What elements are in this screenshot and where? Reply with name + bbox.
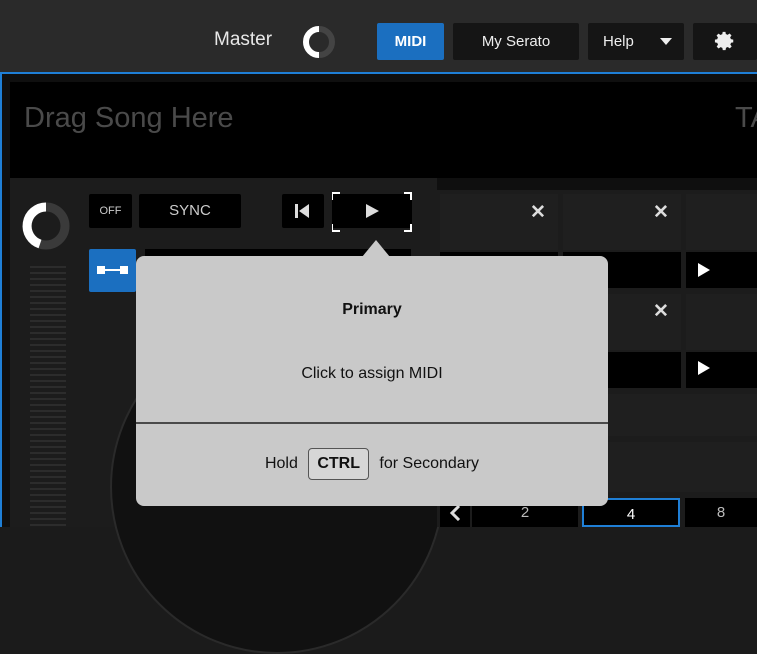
drag-song-text: Drag Song Here (24, 102, 234, 134)
prev-track-icon (295, 204, 309, 218)
play-small-icon[interactable] (697, 262, 711, 278)
track-info-text: TA (735, 102, 757, 134)
cue-pad[interactable] (686, 294, 757, 350)
help-label: Help (603, 33, 634, 50)
master-label: Master (214, 29, 273, 50)
cue-pad[interactable] (686, 194, 757, 250)
play-small-icon[interactable] (697, 360, 711, 376)
tooltip-body: Click to assign MIDI (301, 365, 443, 382)
tooltip-divider (136, 422, 608, 424)
tooltip-pointer (362, 240, 390, 257)
settings-button[interactable] (693, 23, 757, 60)
hold-text: Hold (264, 455, 298, 472)
master-volume-knob-icon[interactable] (302, 25, 342, 59)
ctrl-key-badge: CTRL (308, 448, 369, 480)
caret-down-icon (660, 38, 672, 45)
midi-button[interactable]: MIDI (377, 23, 444, 60)
off-button[interactable]: OFF (89, 194, 132, 228)
close-icon[interactable]: ✕ (530, 201, 546, 224)
tooltip-title: Primary (342, 301, 402, 318)
tooltip-footer: Hold CTRL for Secondary (136, 446, 608, 482)
prev-track-button[interactable] (282, 194, 324, 228)
midi-learn-bracket (332, 192, 412, 232)
gain-knob-icon[interactable] (20, 200, 72, 252)
level-meter (30, 266, 66, 527)
midi-assign-tooltip: Primary Click to assign MIDI Hold CTRL f… (136, 256, 608, 506)
beat-tab[interactable]: 8 (685, 498, 757, 527)
secondary-text: for Secondary (379, 455, 480, 472)
my-serato-button[interactable]: My Serato (453, 23, 579, 60)
close-icon[interactable]: ✕ (653, 300, 669, 323)
close-icon[interactable]: ✕ (653, 201, 669, 224)
sync-button[interactable]: SYNC (139, 194, 241, 228)
help-dropdown[interactable]: Help (588, 23, 684, 60)
gear-icon (714, 31, 734, 51)
link-icon (97, 266, 128, 274)
link-button[interactable] (89, 249, 136, 292)
